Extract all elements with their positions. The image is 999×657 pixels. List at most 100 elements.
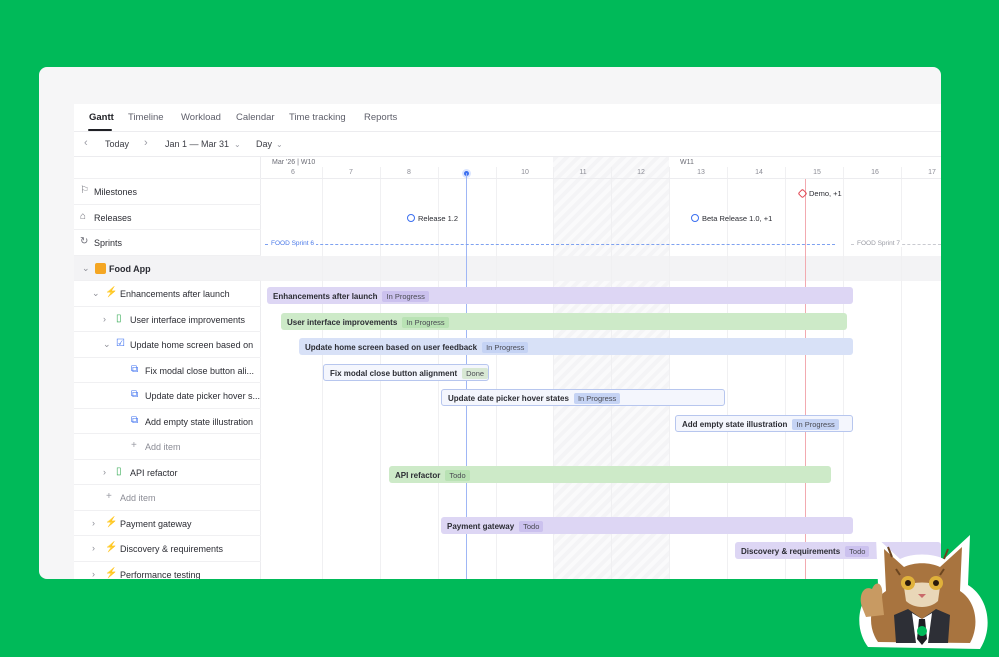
row-milestones[interactable]: ⚐ Milestones <box>74 179 261 205</box>
chevron-right-icon[interactable]: › <box>92 569 95 579</box>
row-add-item[interactable]: + Add item <box>74 485 261 511</box>
day-label: 16 <box>871 169 879 176</box>
chevron-right-icon[interactable]: › <box>103 467 106 477</box>
epic-icon: ⚡ <box>105 542 118 553</box>
chevron-down-icon[interactable]: ⌄ <box>82 263 90 274</box>
bookmark-icon: ▯ <box>116 465 122 477</box>
row-add-empty[interactable]: ⧉ Add empty state illustration <box>74 409 261 434</box>
tab-timeline[interactable]: Timeline <box>128 112 164 123</box>
row-api-refactor[interactable]: › ▯ API refactor <box>74 460 261 485</box>
bar-update-home[interactable]: Update home screen based on user feedbac… <box>299 338 853 355</box>
tab-time-tracking[interactable]: Time tracking <box>289 112 346 123</box>
day-label: 8 <box>407 169 411 176</box>
gantt-toolbar: ‹ Today › Jan 1 — Mar 31 ⌄ Day ⌄ <box>74 132 941 157</box>
task-label: API refactor <box>130 467 178 478</box>
gantt-timeline[interactable]: Mar '26 | W10 W11 6 7 8 10 11 12 13 14 1… <box>261 157 941 579</box>
chevron-down-icon[interactable]: ⌄ <box>276 140 283 149</box>
task-label: Add empty state illustration <box>145 416 254 427</box>
chevron-right-icon[interactable]: › <box>144 137 148 149</box>
sprint-6-label[interactable]: FOOD Sprint 6 <box>269 240 316 247</box>
bar-payment[interactable]: Payment gateway Todo <box>441 516 853 534</box>
cat-mascot-image <box>859 535 988 649</box>
add-item-button[interactable]: Add item <box>120 493 156 503</box>
project-icon <box>95 262 106 274</box>
tab-gantt[interactable]: Gantt <box>89 112 114 123</box>
active-tab-indicator <box>88 129 112 131</box>
chevron-left-icon[interactable]: ‹ <box>84 137 88 149</box>
chevron-right-icon[interactable]: › <box>92 518 95 528</box>
date-range-selector[interactable]: Jan 1 — Mar 31 <box>165 139 229 149</box>
today-button[interactable]: Today <box>105 139 129 149</box>
row-update-date[interactable]: ⧉ Update date picker hover s... <box>74 383 261 409</box>
status-badge: Done <box>462 367 488 379</box>
task-label: Enhancements after launch <box>120 289 230 299</box>
status-badge: Todo <box>445 469 470 481</box>
epic-icon: ⚡ <box>105 516 118 528</box>
day-label: 13 <box>697 169 705 176</box>
release-circle-icon <box>407 214 415 222</box>
row-releases[interactable]: ⌂ Releases <box>74 205 261 230</box>
task-list: ⚐ Milestones ⌂ Releases ↻ Sprints ⌄ Food… <box>74 157 261 579</box>
day-label: 17 <box>928 169 936 176</box>
row-update-home[interactable]: ⌄ ☑ Update home screen based on <box>74 332 261 358</box>
zoom-selector[interactable]: Day <box>256 139 272 149</box>
package-icon: ⌂ <box>80 210 87 222</box>
app-window: Gantt Timeline Workload Calendar Time tr… <box>39 67 941 579</box>
chevron-down-icon[interactable]: ⌄ <box>92 288 100 299</box>
sprint-7-label[interactable]: FOOD Sprint 7 <box>855 240 902 247</box>
row-performance[interactable]: › ⚡ Performance testing <box>74 562 261 580</box>
add-item-button[interactable]: Add item <box>145 442 181 452</box>
project-row-band <box>261 255 941 281</box>
row-project-food-app[interactable]: ⌄ Food App <box>74 255 261 281</box>
status-badge: In Progress <box>573 393 621 404</box>
task-label: User interface improvements <box>130 314 246 325</box>
day-label: 12 <box>637 169 645 176</box>
day-label: 7 <box>349 169 353 176</box>
row-ui-improvements[interactable]: › ▯ User interface improvements <box>74 307 261 332</box>
row-sprints[interactable]: ↻ Sprints <box>74 230 261 256</box>
status-badge: In Progress <box>382 291 429 302</box>
chevron-down-icon[interactable]: ⌄ <box>234 140 241 149</box>
row-enhancements[interactable]: ⌄ ⚡ Enhancements after launch <box>74 281 261 307</box>
week-label: W11 <box>680 159 694 166</box>
bar-enhancements[interactable]: Enhancements after launch In Progress <box>267 287 853 304</box>
plus-icon: + <box>131 440 137 451</box>
row-discovery[interactable]: › ⚡ Discovery & requirements <box>74 536 261 562</box>
task-label: Discovery & requirements <box>120 544 224 554</box>
bar-fix-modal[interactable]: Fix modal close button alignment Done <box>323 363 489 381</box>
tab-workload[interactable]: Workload <box>181 112 221 123</box>
row-payment[interactable]: › ⚡ Payment gateway <box>74 511 261 536</box>
epic-icon: ⚡ <box>105 567 118 579</box>
release-1-2[interactable]: Release 1.2 <box>407 214 458 223</box>
task-label: Payment gateway <box>120 518 192 529</box>
diamond-icon <box>797 188 808 199</box>
task-label: Update home screen based on <box>130 340 254 350</box>
chevron-right-icon[interactable]: › <box>92 543 95 553</box>
flag-icon: ⚐ <box>80 185 89 196</box>
task-label: Update date picker hover s... <box>145 391 261 401</box>
sprints-label: Sprints <box>94 238 123 248</box>
checkbox-icon: ☑ <box>116 338 125 349</box>
chevron-right-icon[interactable]: › <box>103 314 106 324</box>
milestone-demo[interactable]: Demo, +1 <box>797 188 842 199</box>
bar-api-refactor[interactable]: API refactor Todo <box>389 465 831 483</box>
bar-add-empty[interactable]: Add empty state illustration In Progress <box>675 414 853 432</box>
row-add-item-subtask[interactable]: + Add item <box>74 434 261 460</box>
day-label: 14 <box>755 169 763 176</box>
tab-calendar[interactable]: Calendar <box>236 112 275 123</box>
chevron-down-icon[interactable]: ⌄ <box>103 339 111 350</box>
day-label: 10 <box>521 169 529 176</box>
row-fix-modal[interactable]: ⧉ Fix modal close button ali... <box>74 358 261 383</box>
day-label: 6 <box>291 169 295 176</box>
tab-reports[interactable]: Reports <box>364 112 397 123</box>
view-tabs: Gantt Timeline Workload Calendar Time tr… <box>74 104 941 132</box>
task-list-header <box>74 157 261 179</box>
subtask-icon: ⧉ <box>131 389 139 400</box>
bar-update-date[interactable]: Update date picker hover states In Progre… <box>441 389 725 406</box>
release-beta[interactable]: Beta Release 1.0, +1 <box>691 214 772 223</box>
day-label: 11 <box>579 169 587 176</box>
task-label: Performance testing <box>120 569 201 580</box>
sprint-icon: ↻ <box>80 236 89 247</box>
bar-ui-improvements[interactable]: User interface improvements In Progress <box>281 312 847 330</box>
gantt-panel: Gantt Timeline Workload Calendar Time tr… <box>74 104 941 579</box>
